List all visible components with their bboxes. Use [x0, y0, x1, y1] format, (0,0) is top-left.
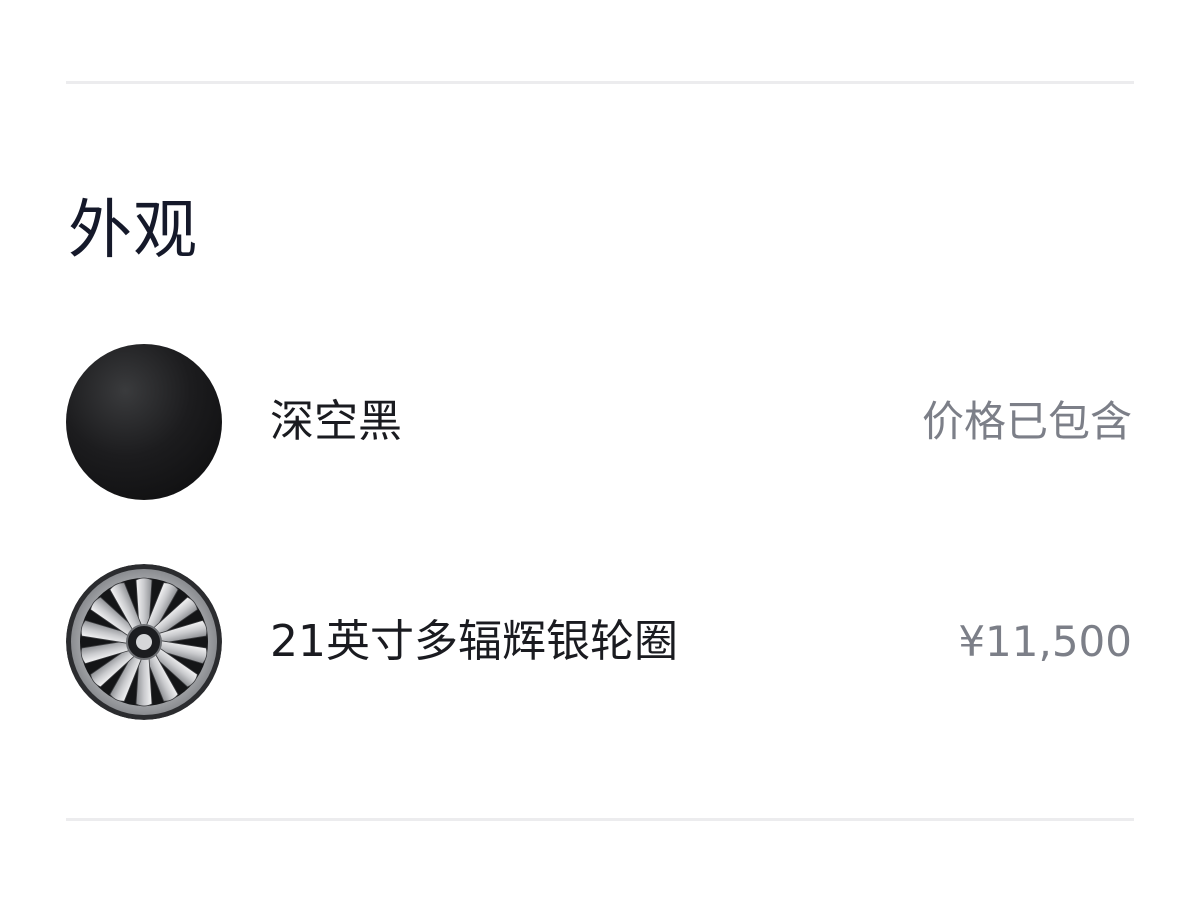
- option-price: ¥11,500: [958, 617, 1132, 666]
- top-divider: [66, 81, 1134, 84]
- option-price: 价格已包含: [921, 397, 1132, 446]
- configurator-page: 外观 深空黑 价格已包含 21英寸多辐辉银轮圈 ¥11,500: [0, 0, 1200, 900]
- paint-color-swatch: [66, 344, 222, 500]
- option-row-paint[interactable]: 深空黑 价格已包含: [66, 344, 1134, 500]
- section-title: 外观: [68, 194, 198, 268]
- option-name: 深空黑: [270, 396, 402, 447]
- bottom-divider: [66, 818, 1134, 821]
- option-row-wheel[interactable]: 21英寸多辐辉银轮圈 ¥11,500: [66, 564, 1134, 720]
- wheel-rim-image: [66, 564, 222, 720]
- option-name: 21英寸多辐辉银轮圈: [270, 616, 678, 667]
- wheel-icon: [66, 564, 222, 720]
